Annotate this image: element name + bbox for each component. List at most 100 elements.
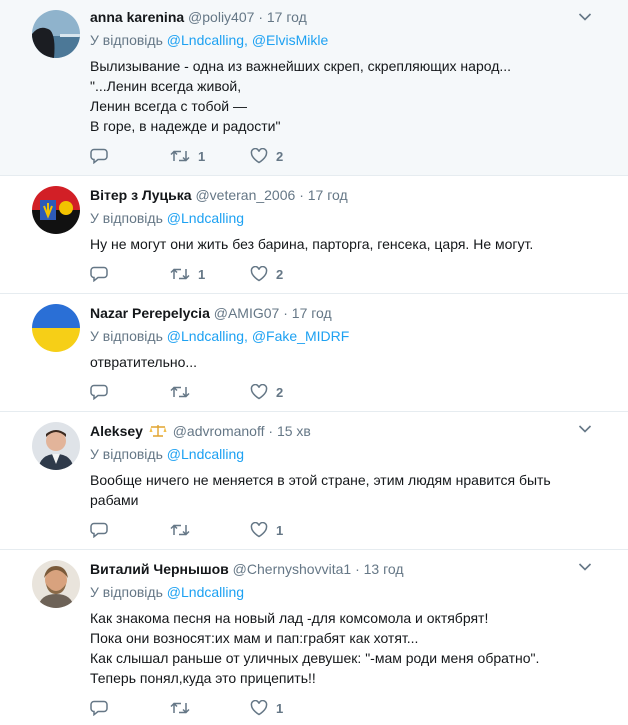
chevron-down-icon[interactable] (578, 424, 592, 434)
tweet-actions: 1 2 (90, 146, 330, 166)
tweet-text: Вообще ничего не меняется в этой стране,… (90, 470, 608, 510)
tweet-text-line: Как знакома песня на новый лад -для комс… (90, 610, 489, 626)
tweet-header: Nazar Perepelycia @AMIG07 · 17 год (90, 304, 608, 322)
retweet-count: 1 (198, 266, 206, 282)
mention-separator: , (244, 328, 248, 344)
tweet-text-line: Ну не могут они жить без барина, парторг… (90, 236, 534, 252)
reply-button[interactable] (90, 522, 170, 538)
retweet-button[interactable]: 1 (170, 266, 250, 282)
mention-link[interactable]: @Lndcalling (167, 210, 244, 226)
timestamp[interactable]: 17 год (267, 9, 307, 25)
reply-prefix: У відповідь (90, 446, 163, 462)
retweet-button[interactable]: 1 (170, 148, 250, 164)
retweet-count: 1 (198, 148, 206, 164)
tweet-actions: 1 (90, 520, 330, 540)
separator-dot: · (268, 423, 274, 439)
timestamp[interactable]: 17 год (292, 305, 332, 321)
like-button[interactable]: 2 (250, 148, 330, 164)
separator-dot: · (299, 187, 304, 203)
tweet[interactable]: anna karenina @poliy407 · 17 год У відпо… (0, 0, 628, 176)
timestamp[interactable]: 17 год (308, 187, 348, 203)
like-button[interactable]: 2 (250, 266, 330, 282)
heart-icon (250, 148, 268, 164)
timestamp[interactable]: 15 хв (277, 423, 311, 439)
like-button[interactable]: 1 (250, 700, 330, 716)
reply-context: У відповідь @Lndcalling (90, 444, 608, 464)
scales-icon (149, 425, 167, 437)
heart-icon (250, 700, 268, 716)
retweet-icon (170, 702, 190, 714)
mention-link[interactable]: @Lndcalling (167, 446, 244, 462)
like-count: 1 (276, 700, 284, 716)
reply-context: У відповідь @Lndcalling (90, 208, 608, 228)
avatar[interactable] (32, 560, 80, 608)
like-button[interactable]: 2 (250, 384, 330, 400)
separator-dot: · (355, 561, 360, 577)
handle[interactable]: @advromanoff (173, 423, 265, 439)
mention-link[interactable]: @Lndcalling (167, 328, 244, 344)
handle[interactable]: @Chernyshovvita1 (233, 561, 352, 577)
tweet-text-line: Теперь понял,куда это прицепить!! (90, 670, 316, 686)
reply-context: У відповідь @Lndcalling, @Fake_MIDRF (90, 326, 608, 346)
chevron-down-icon[interactable] (578, 12, 592, 22)
display-name[interactable]: Виталий Чернышов (90, 561, 229, 577)
avatar[interactable] (32, 186, 80, 234)
retweet-button[interactable] (170, 700, 250, 716)
tweet[interactable]: Nazar Perepelycia @AMIG07 · 17 год У від… (0, 294, 628, 412)
tweet[interactable]: Aleksey @advromanoff · 15 хв У відповідь… (0, 412, 628, 550)
reply-context: У відповідь @Lndcalling (90, 582, 608, 602)
reply-button[interactable] (90, 384, 170, 400)
tweet[interactable]: Виталий Чернышов @Chernyshovvita1 · 13 г… (0, 550, 628, 725)
reply-feed: anna karenina @poliy407 · 17 год У відпо… (0, 0, 628, 725)
tweet-text-line: В горе, в надежде и радости" (90, 118, 281, 134)
separator-dot: · (258, 9, 263, 25)
reply-prefix: У відповідь (90, 328, 163, 344)
tweet-text-line: рабами (90, 492, 139, 508)
handle[interactable]: @AMIG07 (214, 305, 280, 321)
avatar[interactable] (32, 422, 80, 470)
retweet-icon (170, 524, 190, 536)
chevron-down-icon[interactable] (578, 562, 592, 572)
tweet-text-line: Как слышал раньше от уличных девушек: "-… (90, 650, 540, 666)
like-count: 2 (276, 266, 284, 282)
mention-separator: , (244, 32, 248, 48)
reply-icon (90, 384, 108, 400)
reply-button[interactable] (90, 148, 170, 164)
display-name[interactable]: Aleksey (90, 423, 143, 439)
avatar[interactable] (32, 304, 80, 352)
tweet-text-line: Вылизывание - одна из важнейших скреп, с… (90, 58, 512, 74)
tweet-text-line: Пока они возносят:их мам и пап:грабят ка… (90, 630, 419, 646)
handle[interactable]: @poliy407 (188, 9, 254, 25)
tweet[interactable]: Вітер з Луцька @veteran_2006 · 17 год У … (0, 176, 628, 294)
tweet-text-line: "...Ленин всегда живой, (90, 78, 242, 94)
reply-icon (90, 266, 108, 282)
reply-button[interactable] (90, 266, 170, 282)
display-name[interactable]: Nazar Perepelycia (90, 305, 210, 321)
mention-link[interactable]: @ElvisMikle (252, 32, 328, 48)
tweet-text: Как знакома песня на новый лад -для комс… (90, 608, 608, 688)
timestamp[interactable]: 13 год (364, 561, 404, 577)
separator-dot: · (283, 305, 288, 321)
display-name[interactable]: anna karenina (90, 9, 184, 25)
tweet-text-line: отвратительно... (90, 354, 198, 370)
mention-link[interactable]: @Fake_MIDRF (252, 328, 349, 344)
retweet-icon (170, 268, 190, 280)
tweet-text-line: Вообще ничего не меняется в этой стране,… (90, 472, 551, 488)
avatar[interactable] (32, 10, 80, 58)
handle[interactable]: @veteran_2006 (195, 187, 295, 203)
retweet-button[interactable] (170, 384, 250, 400)
mention-link[interactable]: @Lndcalling (167, 32, 244, 48)
tweet-actions: 1 2 (90, 264, 330, 284)
reply-button[interactable] (90, 700, 170, 716)
mention-link[interactable]: @Lndcalling (167, 584, 244, 600)
retweet-button[interactable] (170, 522, 250, 538)
tweet-text: Вылизывание - одна из важнейших скреп, с… (90, 56, 608, 136)
display-name[interactable]: Вітер з Луцька (90, 187, 192, 203)
tweet-text-line: Ленин всегда с тобой — (90, 98, 247, 114)
like-button[interactable]: 1 (250, 522, 330, 538)
reply-prefix: У відповідь (90, 32, 163, 48)
tweet-header: Вітер з Луцька @veteran_2006 · 17 год (90, 186, 608, 204)
like-count: 2 (276, 148, 284, 164)
retweet-icon (170, 386, 190, 398)
reply-prefix: У відповідь (90, 210, 163, 226)
